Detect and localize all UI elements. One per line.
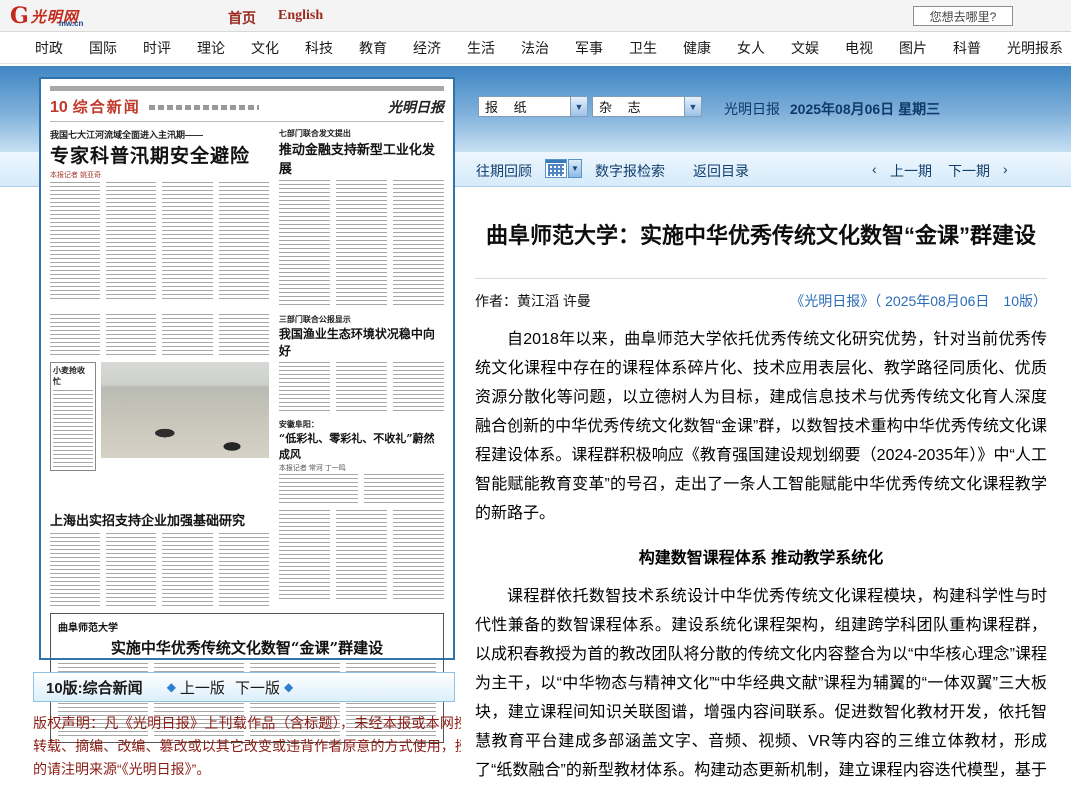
next-page-link[interactable]: 下一版 (235, 677, 280, 698)
np-text-columns (279, 180, 444, 308)
article-body: 自2018年以来，曲阜师范大学依托优秀传统文化研究优势，针对当前优秀传统文化课程… (475, 325, 1047, 790)
nav-item-wenyu[interactable]: 文娱 (778, 38, 832, 58)
np-text-columns (279, 362, 444, 414)
next-page-icon: ◆ (284, 680, 293, 694)
back-issues-link[interactable]: 往期回顾 (476, 161, 532, 181)
np-article-fishery[interactable]: 三部门联合公报显示 我国渔业生态环境状况稳中向好 安徽阜阳： “低彩礼、零彩礼、… (279, 314, 444, 504)
np-shanghai-title: 上海出实招支持企业加强基础研究 (50, 510, 269, 529)
issue-date-text: 2025年08月06日 星期三 (790, 101, 940, 117)
next-issue-link[interactable]: 下一期 (948, 161, 990, 181)
np-wheat-box-title: 小麦抢收忙 (53, 365, 93, 387)
main-nav: 时政 国际 时评 理论 文化 科技 教育 经济 生活 法治 军事 卫生 健康 女… (0, 33, 1071, 64)
copyright-notice: 版权声明：凡《光明日报》上刊载作品（含标题），未经本报或本网授权不得转载、摘编、… (33, 712, 511, 781)
back-to-toc-link[interactable]: 返回目录 (693, 161, 749, 181)
home-link[interactable]: 首页 (228, 8, 256, 28)
article-author: 作者：黄江滔 许曼 (475, 291, 591, 311)
prev-issue-link[interactable]: 上一期 (890, 161, 932, 181)
nav-item-fazhi[interactable]: 法治 (508, 38, 562, 58)
paper-select[interactable]: 报 纸 ▼ (478, 96, 588, 117)
paper-edition-meta (149, 105, 259, 110)
np-text-columns (279, 474, 444, 504)
article-title: 曲阜师范大学：实施中华优秀传统文化数智“金课”群建设 (475, 216, 1047, 256)
prev-page-link[interactable]: 上一版 (180, 677, 225, 698)
np-qufu-kicker: 曲阜师范大学 (58, 619, 436, 634)
np-flood-title: 专家科普汛期安全避险 (50, 141, 269, 168)
nav-item-gmbaoxi[interactable]: 光明报系 (994, 38, 1071, 58)
nav-item-dianshi[interactable]: 电视 (832, 38, 886, 58)
np-text-region (279, 510, 444, 607)
article-panel: 曲阜师范大学：实施中华优秀传统文化数智“金课”群建设 作者：黄江滔 许曼 《光明… (461, 190, 1061, 790)
article-source[interactable]: 《光明日报》（ 2025年08月06日 10版） (790, 291, 1047, 311)
np-fishery-kicker: 三部门联合公报显示 (279, 314, 444, 325)
nav-item-guoji[interactable]: 国际 (76, 38, 130, 58)
magazine-select[interactable]: 杂 志 ▼ (592, 96, 702, 117)
nav-item-jiankang[interactable]: 健康 (670, 38, 724, 58)
logo-domain-text: mw.cn (59, 19, 84, 28)
digital-search-link[interactable]: 数字报检索 (595, 161, 665, 181)
issue-date: 光明日报 2025年08月06日 星期三 (724, 99, 940, 119)
nav-item-wenhua[interactable]: 文化 (238, 38, 292, 58)
np-harvest-photo (101, 362, 269, 458)
np-finance-kicker: 七部门联合发文提出 (279, 128, 444, 139)
divider (475, 278, 1047, 279)
np-qufu-title: 实施中华优秀传统文化数智“金课”群建设 (58, 637, 436, 658)
english-link[interactable]: English (278, 8, 323, 24)
np-article-shanghai[interactable]: 上海出实招支持企业加强基础研究 (50, 510, 269, 607)
paper-select-value: 报 纸 (479, 97, 570, 116)
masthead-rule (50, 86, 444, 91)
nav-item-junshi[interactable]: 军事 (562, 38, 616, 58)
newspaper-page-preview[interactable]: 10 综合新闻 光明日报 我国七大江河流域全面进入主汛期—— 专家科普汛期安全避… (39, 77, 455, 660)
np-caili-title: “低彩礼、零彩礼、不收礼”蔚然成风 (279, 430, 444, 462)
paper-page-header: 10 综合新闻 光明日报 (50, 96, 444, 118)
np-caili-kicker: 安徽阜阳： (279, 419, 444, 430)
next-issue-arrow[interactable]: › (1003, 161, 1008, 177)
nav-item-jiaoyu[interactable]: 教育 (346, 38, 400, 58)
np-wheat-box[interactable]: 小麦抢收忙 (50, 362, 96, 471)
np-flood-kicker: 我国七大江河流域全面进入主汛期—— (50, 128, 269, 141)
nav-item-weisheng[interactable]: 卫生 (616, 38, 670, 58)
np-photo-region: 小麦抢收忙 (50, 314, 269, 504)
top-bar: G 光明网 mw.cn 首页 English 您想去哪里? (0, 0, 1071, 32)
current-page-label: 10版:综合新闻 (46, 677, 143, 698)
paper-masthead-logo: 光明日报 (388, 97, 444, 117)
np-text-columns (50, 533, 269, 607)
page-pager-bar: 10版:综合新闻 ◆ 上一版 下一版 ◆ (33, 672, 455, 702)
paper-page-number: 10 (50, 99, 68, 117)
issue-masthead: 光明日报 (724, 101, 780, 117)
logo-g-glyph: G (10, 3, 29, 29)
search-input[interactable]: 您想去哪里? (913, 6, 1013, 26)
nav-item-nvren[interactable]: 女人 (724, 38, 778, 58)
nav-item-shenghuo[interactable]: 生活 (454, 38, 508, 58)
np-text-columns (50, 182, 269, 300)
nav-item-kepu[interactable]: 科普 (940, 38, 994, 58)
prev-page-icon: ◆ (167, 680, 176, 694)
prev-issue-arrow[interactable]: ‹ (872, 161, 877, 177)
chevron-down-icon[interactable]: ▼ (570, 97, 587, 116)
np-article-flood[interactable]: 我国七大江河流域全面进入主汛期—— 专家科普汛期安全避险 本报记者 姚亚奇 (50, 128, 269, 308)
article-section-heading: 构建数智课程体系 推动教学系统化 (475, 544, 1047, 568)
calendar-dropdown-icon[interactable]: ▼ (568, 159, 582, 178)
article-paragraph: 课程群依托数智技术系统设计中华优秀传统文化课程模块，构建科学性与时代性兼备的数智… (475, 582, 1047, 790)
nav-item-tupian[interactable]: 图片 (886, 38, 940, 58)
divider (50, 121, 444, 122)
np-flood-byline: 本报记者 姚亚奇 (50, 170, 269, 180)
nav-item-shizheng[interactable]: 时政 (22, 38, 76, 58)
article-paragraph: 自2018年以来，曲阜师范大学依托优秀传统文化研究优势，针对当前优秀传统文化课程… (475, 325, 1047, 528)
np-article-finance[interactable]: 七部门联合发文提出 推动金融支持新型工业化发展 (279, 128, 444, 308)
nav-item-keji[interactable]: 科技 (292, 38, 346, 58)
gmw-logo[interactable]: G 光明网 mw.cn (10, 4, 83, 28)
nav-item-jingji[interactable]: 经济 (400, 38, 454, 58)
np-fishery-title: 我国渔业生态环境状况稳中向好 (279, 325, 444, 359)
np-caili-byline: 本报记者 常河 丁一鸣 (279, 463, 444, 473)
nav-item-lilun[interactable]: 理论 (184, 38, 238, 58)
paper-section-name: 综合新闻 (73, 96, 141, 117)
nav-item-shiping[interactable]: 时评 (130, 38, 184, 58)
chevron-down-icon[interactable]: ▼ (684, 97, 701, 116)
magazine-select-value: 杂 志 (593, 97, 684, 116)
calendar-icon[interactable] (545, 159, 567, 178)
np-finance-title: 推动金融支持新型工业化发展 (279, 139, 444, 177)
